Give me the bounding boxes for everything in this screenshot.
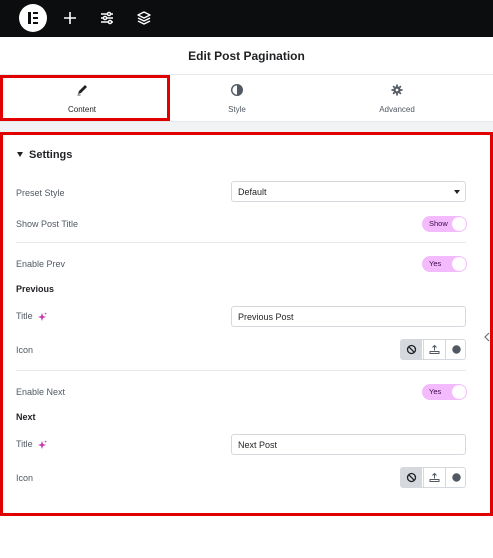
tab-content[interactable]: Content [0, 75, 164, 122]
panel-footer-space [0, 516, 493, 558]
toggle-knob [452, 385, 466, 399]
divider [16, 242, 466, 243]
previous-icon-choices [400, 339, 466, 360]
elementor-logo-icon[interactable] [19, 4, 47, 32]
circle-icon[interactable] [445, 340, 466, 359]
next-title-value: Next Post [238, 440, 278, 450]
next-heading: Next [16, 412, 36, 422]
gear-icon [390, 83, 404, 97]
previous-title-label: Title [16, 311, 47, 322]
circle-icon[interactable] [445, 468, 466, 487]
tab-content-label: Content [67, 105, 97, 114]
previous-title-input[interactable]: Previous Post [231, 306, 466, 327]
panel-header: Edit Post Pagination [0, 37, 493, 75]
settings-section-header[interactable]: Settings [17, 149, 72, 161]
previous-icon-label: Icon [16, 345, 34, 355]
sliders-icon[interactable] [97, 8, 117, 28]
top-toolbar [0, 0, 493, 37]
ai-sparkle-icon[interactable] [37, 312, 47, 322]
tab-advanced[interactable]: Advanced [310, 75, 484, 122]
pencil-icon [75, 83, 89, 97]
none-icon[interactable] [401, 340, 422, 359]
preset-style-label: Preset Style [16, 188, 65, 198]
show-post-title-label: Show Post Title [16, 219, 79, 229]
tab-bar: Content Style Advanced [0, 75, 493, 122]
show-post-title-toggle[interactable]: Show [422, 216, 467, 232]
toggle-label: Show [429, 219, 448, 228]
next-title-label-text: Title [16, 439, 33, 449]
tab-advanced-label: Advanced [379, 105, 415, 114]
toggle-label: Yes [429, 259, 442, 268]
plus-icon[interactable] [60, 8, 80, 28]
preset-style-value: Default [238, 187, 267, 197]
next-title-label: Title [16, 439, 47, 450]
next-icon-choices [400, 467, 466, 488]
next-icon-label: Icon [16, 473, 34, 483]
enable-prev-toggle[interactable]: Yes [422, 256, 467, 272]
settings-section-title: Settings [29, 149, 73, 161]
caret-down-icon [17, 151, 23, 157]
collapse-panel-chevron-icon[interactable] [483, 329, 491, 342]
tab-style[interactable]: Style [164, 75, 310, 122]
chevron-down-icon [454, 190, 460, 194]
enable-prev-label: Enable Prev [16, 259, 66, 269]
page-title: Edit Post Pagination [188, 49, 305, 63]
previous-heading: Previous [16, 284, 55, 294]
toggle-label: Yes [429, 387, 442, 396]
toggle-knob [452, 217, 466, 231]
preset-style-select[interactable]: Default [231, 181, 466, 202]
next-title-input[interactable]: Next Post [231, 434, 466, 455]
previous-title-value: Previous Post [238, 312, 294, 322]
previous-title-label-text: Title [16, 311, 33, 321]
upload-icon[interactable] [423, 468, 444, 487]
tab-style-label: Style [228, 105, 246, 114]
layers-icon[interactable] [134, 8, 154, 28]
half-circle-icon [230, 83, 244, 97]
divider [16, 370, 466, 371]
settings-section: Settings Preset Style Default Show Post … [0, 132, 493, 516]
ai-sparkle-icon[interactable] [37, 440, 47, 450]
upload-icon[interactable] [423, 340, 444, 359]
enable-next-toggle[interactable]: Yes [422, 384, 467, 400]
toggle-knob [452, 257, 466, 271]
panel-gap [0, 122, 493, 132]
enable-next-label: Enable Next [16, 387, 66, 397]
none-icon[interactable] [401, 468, 422, 487]
